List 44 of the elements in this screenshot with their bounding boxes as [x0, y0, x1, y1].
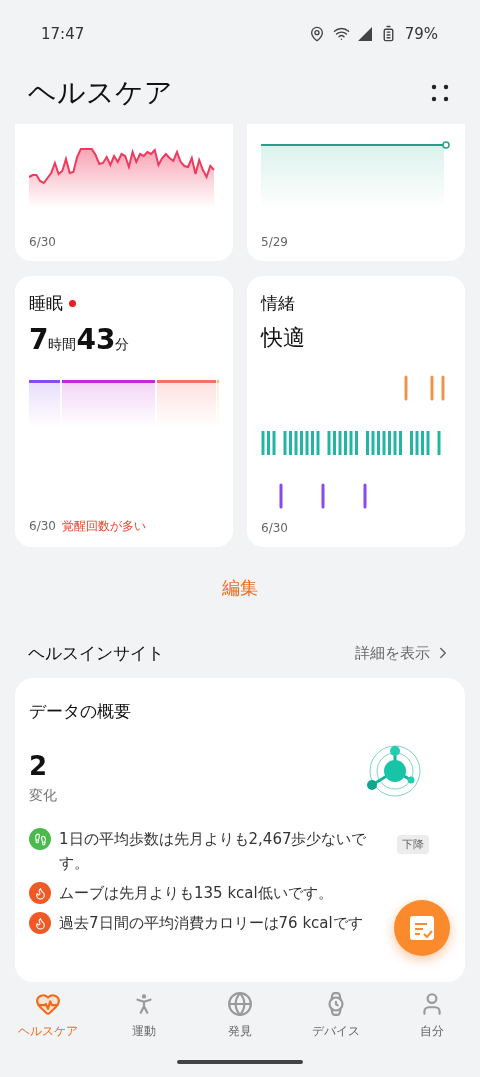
nav-tab[interactable]: ヘルスケア	[0, 990, 96, 1053]
card-date: 6/30	[29, 235, 56, 250]
signal-icon	[357, 26, 372, 41]
more-icon[interactable]	[430, 82, 450, 103]
nav-tab[interactable]: 自分	[384, 990, 480, 1053]
change-label: 変化	[29, 787, 57, 806]
status-time: 17:47	[41, 24, 85, 43]
card-value: 43	[76, 323, 116, 357]
details-link[interactable]: 詳細を表示	[355, 644, 452, 663]
card-date: 5/29	[261, 235, 288, 250]
card-value: 時間	[48, 336, 77, 355]
change-count: 2	[29, 751, 49, 782]
card-date: 6/30	[29, 519, 56, 534]
metric-card[interactable]: 睡眠 7時間43分 6/30 覚醒回数が多い	[15, 276, 233, 548]
insight-text: 過去7日間の平均消費カロリーは76 kcalです	[59, 913, 364, 935]
page-title: ヘルスケア	[28, 74, 173, 111]
card-note: 覚醒回数が多い	[61, 518, 146, 536]
metric-card[interactable]: 情緒 快適 6/30	[247, 276, 465, 548]
flame-icon	[29, 882, 51, 905]
nav-tab[interactable]: 発見	[192, 990, 288, 1053]
card-date: 6/30	[261, 521, 288, 536]
insight-card[interactable]: データの概要 2 変化 1日の平均歩数は先月よりも2,467歩少ないです。 下降 ムーブは先月よりも135 kcal低いです。 過去7日間の平均消費カロリーは76 kcalです	[15, 678, 465, 983]
card-value: 7	[29, 323, 49, 357]
card-title: 睡眠	[29, 292, 63, 316]
card-title: 情緒	[261, 292, 295, 316]
metric-card[interactable]: 6/30	[15, 124, 233, 262]
metric-card[interactable]: 5/29	[247, 124, 465, 262]
card-title: データの概要	[29, 700, 132, 724]
globe-icon	[227, 991, 253, 1018]
battery-level: 79%	[404, 24, 438, 43]
checklist-icon	[409, 915, 435, 941]
heart-pulse-icon	[35, 991, 61, 1018]
wifi-icon	[332, 25, 350, 43]
flame-icon	[29, 912, 51, 935]
insight-text: ムーブは先月よりも135 kcal低いです。	[59, 883, 334, 905]
card-value: 快適	[261, 324, 305, 353]
location-icon	[308, 25, 325, 42]
nav-tab[interactable]: 運動	[96, 990, 192, 1053]
network-icon	[367, 743, 423, 800]
insight-text: 1日の平均歩数は先月よりも2,467歩少ないです。	[59, 829, 368, 875]
section-title: ヘルスインサイト	[28, 642, 164, 665]
trend-tag: 下降	[397, 835, 429, 855]
nav-tab[interactable]: デバイス	[288, 990, 384, 1053]
card-value: 分	[115, 336, 130, 355]
